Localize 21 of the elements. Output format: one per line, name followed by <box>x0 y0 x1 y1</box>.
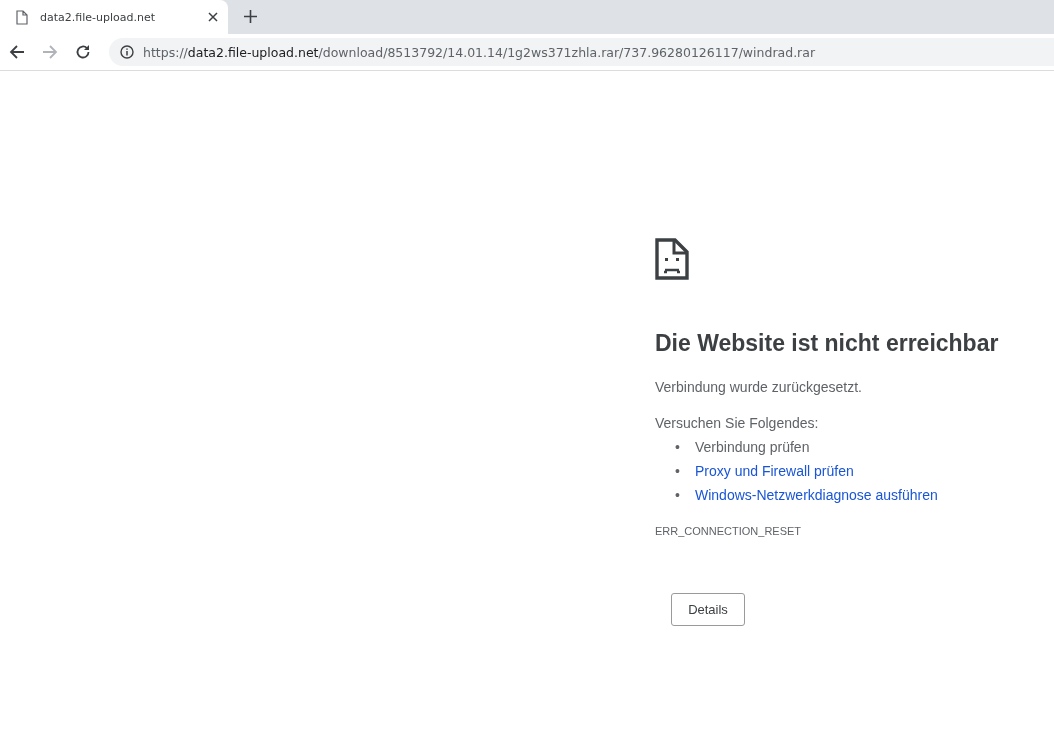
page-icon <box>16 9 28 25</box>
address-bar[interactable]: https://data2.file-upload.net/download/8513792/14.01.14/1g2ws371zhla.rar/737.96280126117/windrad.rar <box>109 38 1054 66</box>
bullet: • <box>675 438 681 457</box>
new-tab-icon[interactable] <box>244 10 257 23</box>
suggestions-intro: Versuchen Sie Folgendes: <box>655 415 820 431</box>
url-text: https://data2.file-upload.net/download/8513792/14.01.14/1g2ws371zhla.rar/737.96280126117/windrad.rar <box>143 44 816 60</box>
reload-icon[interactable] <box>75 44 91 60</box>
back-icon[interactable] <box>9 44 25 60</box>
bullet: • <box>675 462 681 481</box>
suggestion-text: Verbindung prüfen <box>695 439 810 455</box>
sad-page-icon <box>655 238 689 280</box>
close-icon[interactable] <box>208 12 218 22</box>
details-button[interactable]: Details <box>671 593 745 626</box>
error-message: Verbindung wurde zurückgesetzt. <box>655 379 863 395</box>
suggestion-link[interactable]: Windows-Netzwerkdiagnose ausführen <box>695 487 938 503</box>
suggestion-link[interactable]: Proxy und Firewall prüfen <box>695 463 854 479</box>
info-icon[interactable] <box>120 45 134 59</box>
error-code: ERR_CONNECTION_RESET <box>655 525 803 537</box>
bullet: • <box>675 486 681 505</box>
browser-tab[interactable]: data2.file-upload.net <box>0 0 228 34</box>
error-heading: Die Website ist nicht erreichbar <box>655 330 1000 357</box>
